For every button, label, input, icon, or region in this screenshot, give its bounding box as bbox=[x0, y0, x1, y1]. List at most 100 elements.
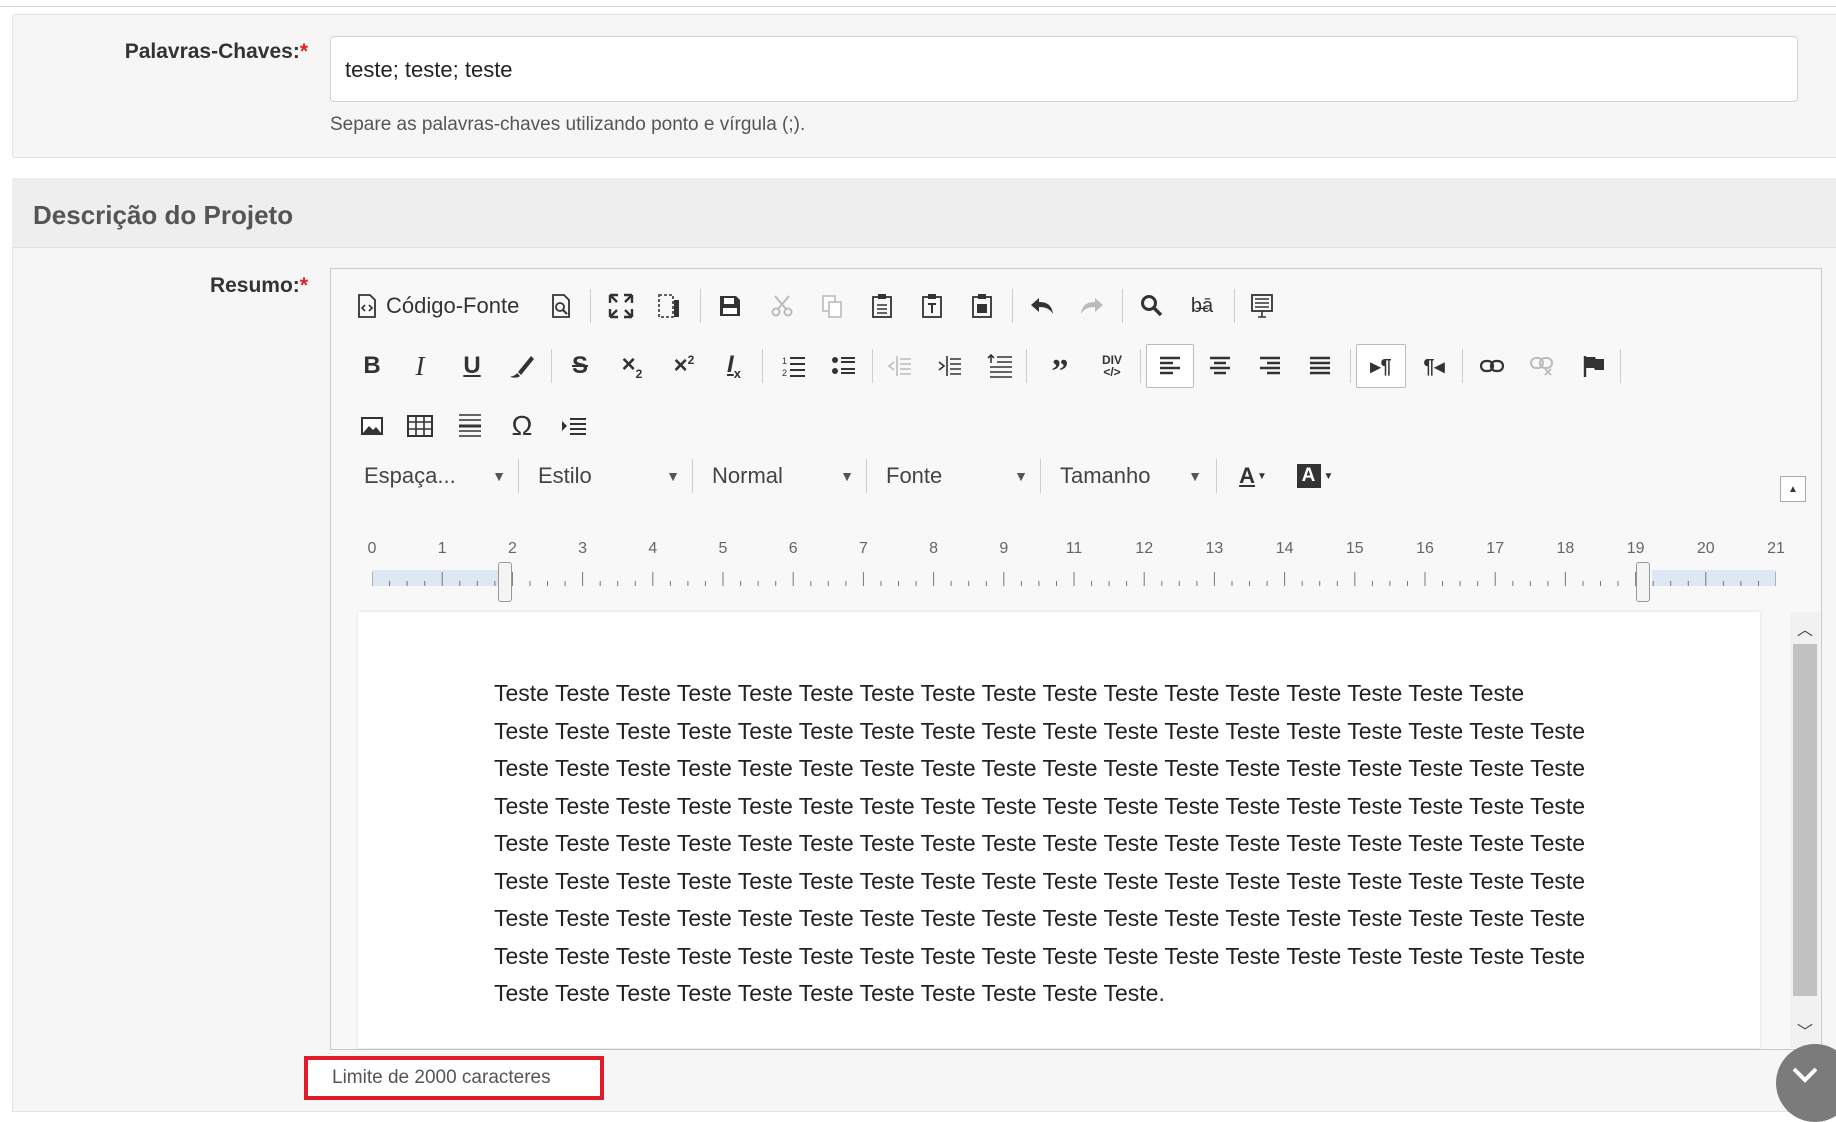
collapse-toolbar-button[interactable]: ▲ bbox=[1780, 476, 1806, 502]
preview-button[interactable] bbox=[544, 286, 578, 326]
numbered-list-button[interactable]: 12 bbox=[774, 346, 814, 386]
maximize-button[interactable] bbox=[602, 286, 640, 326]
toolbar-separator bbox=[872, 349, 873, 383]
align-right-button[interactable] bbox=[1250, 346, 1290, 386]
strikethrough-button[interactable]: S bbox=[562, 346, 598, 386]
underline-button[interactable]: U bbox=[454, 346, 490, 386]
scrollbar-thumb[interactable] bbox=[1793, 644, 1817, 996]
spacing-combo[interactable]: Espaça... ▼ bbox=[364, 456, 506, 496]
required-mark: * bbox=[299, 274, 308, 297]
undo-button[interactable] bbox=[1022, 286, 1062, 326]
blockquote-button[interactable]: ” bbox=[1040, 346, 1080, 390]
ruler-number: 14 bbox=[1275, 540, 1294, 557]
ltr-button[interactable]: ▸¶ bbox=[1356, 344, 1406, 388]
section-title: Descrição do Projeto bbox=[33, 200, 294, 230]
keywords-label: Palavras-Chaves:* bbox=[100, 40, 308, 64]
align-center-button[interactable] bbox=[1200, 346, 1240, 386]
bulleted-list-icon bbox=[832, 357, 855, 374]
replace-icon: b̶ā bbox=[1190, 294, 1214, 317]
ruler-number: 1 bbox=[437, 540, 447, 557]
line-height-button[interactable] bbox=[980, 346, 1020, 386]
page-break-button[interactable] bbox=[554, 406, 594, 446]
outdent-button[interactable] bbox=[880, 346, 920, 386]
keywords-help-text: Separe as palavras-chaves utilizando pon… bbox=[330, 114, 806, 135]
create-div-button[interactable]: DIV </> bbox=[1092, 346, 1132, 386]
align-left-button[interactable] bbox=[1146, 344, 1194, 388]
paste-word-button[interactable] bbox=[964, 286, 1000, 326]
source-code-button[interactable]: Código-Fonte bbox=[356, 286, 536, 326]
source-code-label: Código-Fonte bbox=[386, 293, 520, 318]
toolbar-separator bbox=[518, 459, 519, 493]
replace-button[interactable]: b̶ā bbox=[1182, 286, 1222, 326]
align-left-icon bbox=[1160, 356, 1180, 375]
redo-button[interactable] bbox=[1072, 286, 1112, 326]
ruler-number: 16 bbox=[1416, 540, 1434, 557]
superscript-button[interactable]: ×2 bbox=[664, 346, 704, 386]
anchor-button[interactable] bbox=[1574, 346, 1614, 386]
toolbar-separator bbox=[866, 459, 867, 493]
italic-button[interactable]: I bbox=[402, 346, 438, 386]
link-button[interactable] bbox=[1472, 346, 1512, 386]
style-combo-label: Estilo bbox=[538, 463, 592, 488]
indent-icon bbox=[938, 356, 961, 376]
size-combo-label: Tamanho bbox=[1060, 463, 1151, 488]
right-margin-handle[interactable] bbox=[1636, 562, 1650, 602]
justify-button[interactable] bbox=[1300, 346, 1340, 386]
text-color-icon: A bbox=[1239, 463, 1255, 488]
save-button[interactable] bbox=[712, 286, 748, 326]
italic-icon: I bbox=[415, 350, 425, 381]
unlink-button[interactable] bbox=[1522, 346, 1562, 386]
ruler-number: 6 bbox=[788, 540, 798, 557]
scroll-up-icon[interactable]: ︿ bbox=[1792, 616, 1818, 640]
paste-text-button[interactable] bbox=[914, 286, 950, 326]
text-color-button[interactable]: A ▼ bbox=[1232, 456, 1274, 496]
document-line: Teste Teste Teste Teste Teste Teste Test… bbox=[494, 792, 1586, 819]
paste-text-icon bbox=[922, 294, 942, 318]
background-color-button[interactable]: A ▼ bbox=[1292, 456, 1338, 496]
show-blocks-button[interactable] bbox=[650, 286, 688, 326]
ruler-number: 18 bbox=[1556, 540, 1575, 557]
redo-icon bbox=[1081, 298, 1103, 314]
paste-icon bbox=[872, 294, 892, 318]
dropdown-arrow-icon: ▼ bbox=[666, 468, 680, 484]
bold-button[interactable]: B bbox=[354, 346, 390, 386]
table-icon bbox=[407, 415, 433, 437]
save-icon bbox=[720, 296, 740, 316]
size-combo[interactable]: Tamanho ▼ bbox=[1060, 456, 1202, 496]
triangle-up-icon: ▲ bbox=[1788, 483, 1798, 495]
cut-button[interactable] bbox=[764, 286, 800, 326]
bulleted-list-button[interactable] bbox=[824, 346, 864, 386]
special-char-button[interactable]: Ω bbox=[502, 406, 542, 446]
horizontal-line-button[interactable] bbox=[452, 406, 488, 446]
underline-icon: U bbox=[463, 352, 481, 379]
font-combo[interactable]: Fonte ▼ bbox=[886, 456, 1028, 496]
rtl-button[interactable]: ¶◂ bbox=[1412, 346, 1456, 386]
image-icon bbox=[361, 417, 383, 435]
remove-format-button[interactable]: Ix bbox=[714, 346, 754, 386]
copy-icon bbox=[822, 295, 842, 318]
templates-button[interactable] bbox=[1242, 286, 1282, 326]
templates-icon bbox=[1251, 294, 1273, 318]
find-button[interactable] bbox=[1132, 286, 1172, 326]
format-combo[interactable]: Normal ▼ bbox=[712, 456, 854, 496]
unlink-icon bbox=[1530, 357, 1553, 376]
indent-button[interactable] bbox=[930, 346, 970, 386]
subscript-button[interactable]: ×2 bbox=[612, 346, 652, 386]
ruler-number: 21 bbox=[1767, 540, 1785, 557]
document-line: Teste Teste Teste Teste Teste Teste Test… bbox=[494, 942, 1586, 969]
dropdown-arrow-icon: ▼ bbox=[1188, 468, 1202, 484]
scroll-down-icon[interactable]: ﹀ bbox=[1792, 1018, 1818, 1042]
image-button[interactable] bbox=[354, 406, 390, 446]
table-button[interactable] bbox=[402, 406, 438, 446]
dropdown-arrow-icon: ▼ bbox=[1014, 468, 1028, 484]
left-margin-handle[interactable] bbox=[498, 562, 512, 602]
copy-formatting-button[interactable] bbox=[504, 346, 540, 386]
document-text[interactable]: Teste Teste Teste Teste Teste Teste Test… bbox=[494, 675, 1634, 1013]
keywords-input[interactable]: teste; teste; teste bbox=[330, 36, 1798, 102]
style-combo[interactable]: Estilo ▼ bbox=[538, 456, 680, 496]
copy-button[interactable] bbox=[814, 286, 850, 326]
char-limit-text: Limite de 2000 caracteres bbox=[332, 1067, 551, 1088]
document-line: Teste Teste Teste Teste Teste Teste Test… bbox=[494, 755, 1586, 781]
paste-button[interactable] bbox=[864, 286, 900, 326]
ltr-icon: ▸¶ bbox=[1370, 355, 1392, 378]
